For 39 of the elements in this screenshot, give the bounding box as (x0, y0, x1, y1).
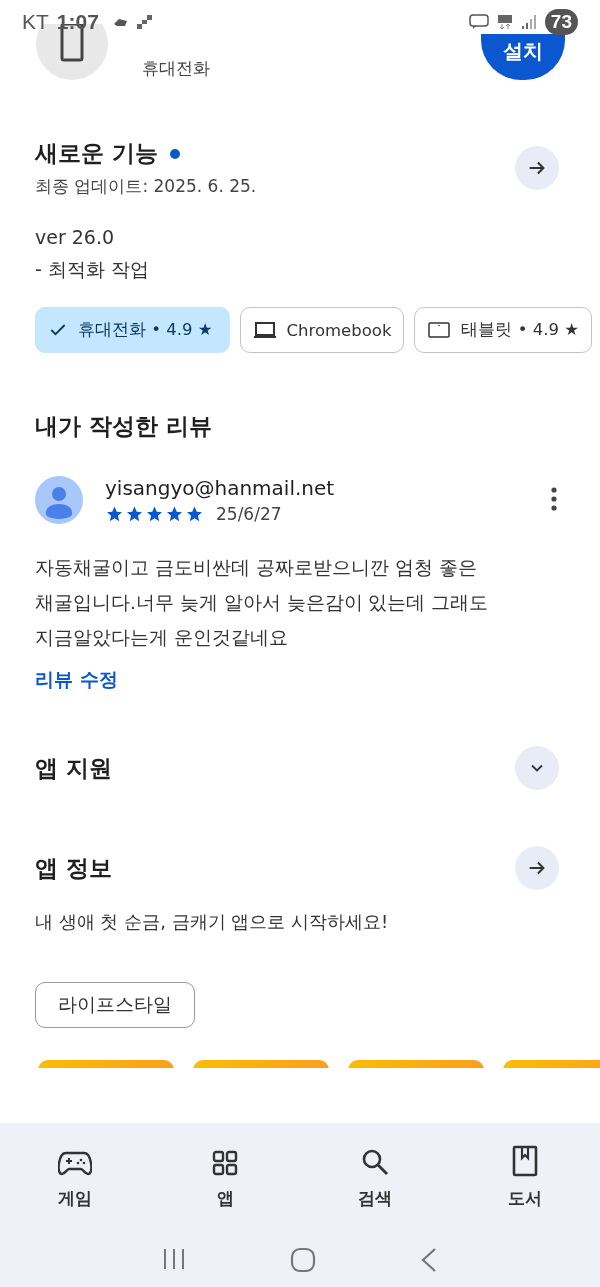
arrow-button[interactable] (515, 846, 559, 890)
update-date: 최종 업데이트: 2025. 6. 25. (35, 175, 257, 198)
arrow-button[interactable] (515, 146, 559, 190)
recents-icon[interactable] (162, 1247, 186, 1271)
signal-icon (520, 14, 537, 30)
nav-tab[interactable]: 도서 (475, 1137, 575, 1211)
nav-tab[interactable]: 앱 (175, 1137, 275, 1211)
device-chip[interactable]: Chromebook (239, 307, 405, 353)
review-text: 자동채굴이고 금도비싼데 공짜로받으니깐 엄청 좋은 채굴입니다.너무 늦게 알아서 늦은감이 있는데 그래도 지금알았다는게 운인것같네요 (35, 556, 490, 650)
edit-review-link[interactable]: 리뷰 수정 (35, 667, 118, 693)
carrier-name: KT (22, 10, 49, 34)
section-title: 앱 지원 (35, 753, 112, 783)
device-chip[interactable]: 휴대전화 • 4.9 ★ (35, 307, 230, 353)
apps-grid-icon (211, 1149, 239, 1177)
nav-tab[interactable]: 게임 (25, 1137, 125, 1211)
app-description: 내 생애 첫 순금, 금캐기 앱으로 시작하세요! (35, 910, 390, 934)
section-title: 내가 작성한 리뷰 (35, 412, 213, 441)
battery-level: 73 (544, 9, 578, 35)
back-icon[interactable] (420, 1247, 438, 1273)
device-chip[interactable]: 태블릿 • 4.9 ★ (414, 307, 592, 353)
tablet-icon (427, 320, 452, 340)
section-title: 새로운 기능 (35, 139, 158, 168)
gamepad-icon (58, 1149, 92, 1177)
book-icon (512, 1145, 538, 1177)
stairs-icon (136, 15, 153, 29)
search-icon (360, 1147, 390, 1177)
cloud-icon (112, 17, 129, 27)
install-button[interactable]: 설치 (481, 34, 565, 80)
laptop-icon (252, 320, 277, 340)
avatar-icon (35, 476, 83, 524)
review-date: 25/6/27 (216, 504, 282, 524)
reviewer-email: yisangyo@hanmail.net (105, 476, 335, 500)
release-note: ver 26.0 (35, 226, 116, 248)
home-icon[interactable] (290, 1247, 316, 1273)
section-title: 앱 정보 (35, 853, 112, 883)
nav-tab[interactable]: 검색 (325, 1137, 425, 1211)
category-tag[interactable]: 라이프스타일 (35, 982, 195, 1028)
release-note: - 최적화 작업 (35, 257, 150, 282)
device-category: 휴대전화 (142, 57, 210, 80)
